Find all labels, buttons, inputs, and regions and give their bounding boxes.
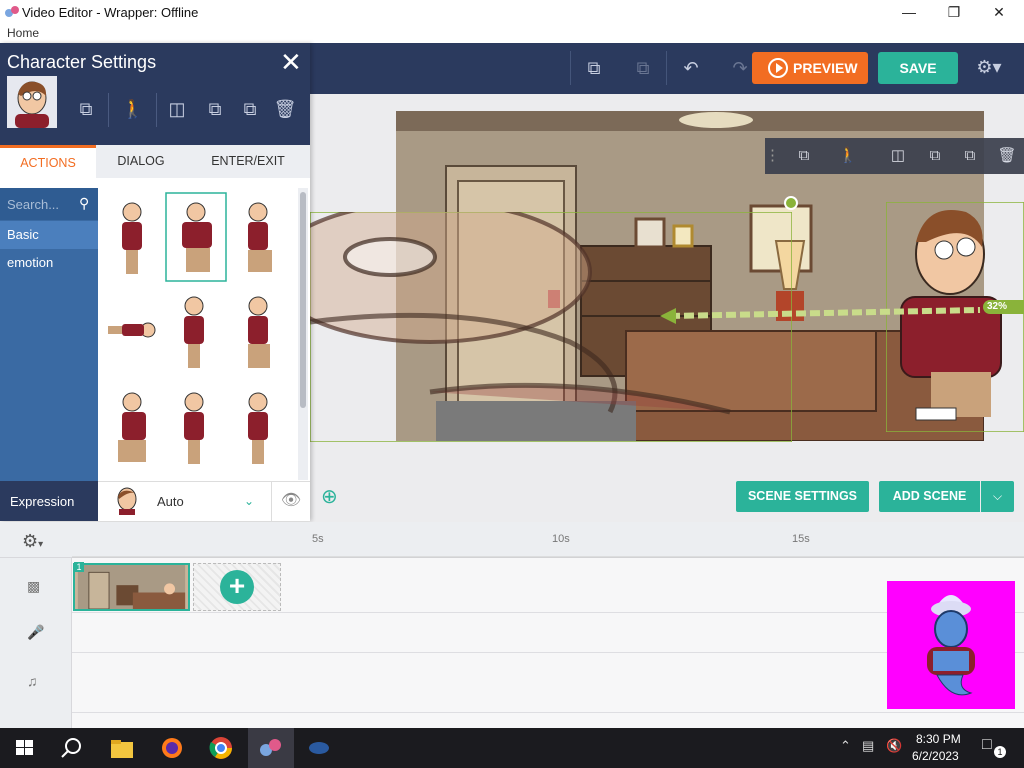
action-idle xyxy=(184,296,204,368)
copy-icon[interactable]: ⧉ xyxy=(581,55,607,81)
action-sit xyxy=(118,392,146,462)
expression-select[interactable]: Auto xyxy=(157,494,184,509)
action-talk xyxy=(184,392,204,464)
toolbar-divider xyxy=(666,51,667,85)
app-icon[interactable] xyxy=(304,734,334,762)
rotate-handle[interactable] xyxy=(784,196,798,210)
microphone-icon: 🎤 xyxy=(27,624,45,640)
minimize-button[interactable]: — xyxy=(886,0,932,25)
scene-settings-button[interactable]: SCENE SETTINGS xyxy=(736,481,869,512)
ruler-ticks xyxy=(72,556,1024,558)
zoom-in-icon[interactable]: ⊕ xyxy=(321,484,345,508)
add-scene-slot[interactable]: + xyxy=(193,563,281,611)
settings-gear-icon[interactable]: ⚙▾ xyxy=(976,54,1002,80)
category-emotion[interactable]: emotion xyxy=(0,249,98,277)
swap-character-icon[interactable]: ⧉ xyxy=(791,145,817,167)
panel-divider xyxy=(156,93,157,127)
tab-dialog[interactable]: DIALOG xyxy=(96,145,186,178)
flip-icon[interactable]: ◫ xyxy=(885,145,911,167)
track-divider xyxy=(72,612,1024,613)
track-divider xyxy=(72,652,1024,653)
character-context-toolbar: ⋮ ⧉ 🚶 ◫ ⧉ ⧉ 🗑 xyxy=(765,138,1024,174)
tick-label: 10s xyxy=(552,533,570,545)
tab-enter-exit[interactable]: ENTER/EXIT xyxy=(186,145,310,178)
toolbar-divider xyxy=(570,51,571,85)
menubar: Home xyxy=(0,25,1024,43)
save-button[interactable]: SAVE xyxy=(878,52,958,84)
eye-icon[interactable]: 👁 xyxy=(271,481,310,521)
tab-actions[interactable]: ACTIONS xyxy=(0,145,96,178)
chevron-down-icon[interactable]: ⌵ xyxy=(981,481,1014,512)
menu-home[interactable]: Home xyxy=(7,26,39,40)
action-flex xyxy=(182,202,212,272)
scene-thumbnail[interactable] xyxy=(73,563,190,611)
add-icon: + xyxy=(220,570,254,604)
notification-icon[interactable]: □ xyxy=(982,736,992,754)
notification-count: 1 xyxy=(994,746,1006,758)
action-think xyxy=(248,392,268,464)
clock-time[interactable]: 8:30 PM xyxy=(916,732,961,746)
windows-start-icon[interactable] xyxy=(10,734,40,762)
walk-action-icon[interactable]: 🚶 xyxy=(835,145,861,167)
firefox-icon[interactable] xyxy=(157,734,187,762)
timeline-settings-gear-icon[interactable]: ⚙▾ xyxy=(22,531,43,552)
expression-label: Expression xyxy=(0,481,98,521)
paste-icon[interactable]: ⧉ xyxy=(630,55,656,81)
swap-character-icon[interactable]: ⧉ xyxy=(73,96,99,122)
genie-overlay-image xyxy=(887,581,1015,709)
chrome-icon[interactable] xyxy=(206,734,236,762)
character-avatar[interactable] xyxy=(7,76,57,128)
app-logo-icon xyxy=(5,6,19,17)
undo-icon[interactable]: ↶ xyxy=(678,55,704,81)
network-icon[interactable]: ▤ xyxy=(862,738,874,754)
category-basic[interactable]: Basic xyxy=(0,221,98,249)
close-window-button[interactable]: ✕ xyxy=(976,0,1022,25)
window-titlebar: Video Editor - Wrapper: Offline — ❐ ✕ xyxy=(0,0,1024,25)
clock-date[interactable]: 6/2/2023 xyxy=(912,749,959,763)
copy-icon[interactable]: ⧉ xyxy=(922,145,948,167)
walk-action-icon[interactable]: 🚶 xyxy=(116,96,150,122)
action-grid-scrollbar[interactable] xyxy=(298,188,308,480)
search-placeholder: Search... xyxy=(7,197,60,212)
search-input[interactable]: Search... ⚲ xyxy=(0,188,98,220)
drag-handle-icon[interactable]: ⋮ xyxy=(765,145,780,167)
volume-muted-icon[interactable]: 🔇 xyxy=(886,738,902,754)
scale-badge: 32% xyxy=(983,300,1024,314)
preview-label: PREVIEW xyxy=(793,60,858,76)
search-icon: ⚲ xyxy=(79,195,90,211)
expression-face-icon xyxy=(117,487,137,515)
file-explorer-icon[interactable] xyxy=(107,734,137,762)
tick-label: 5s xyxy=(312,533,324,545)
tick-label: 15s xyxy=(792,533,810,545)
play-circle-icon xyxy=(768,58,788,78)
panel-title: Character Settings xyxy=(7,52,157,72)
wrapper-app-icon[interactable] xyxy=(256,734,286,762)
search-icon[interactable] xyxy=(57,734,87,762)
motion-path[interactable] xyxy=(660,300,990,330)
scene-number: 1 xyxy=(74,562,84,572)
flip-icon[interactable]: ◫ xyxy=(164,96,190,122)
paste-icon[interactable]: ⧉ xyxy=(237,96,263,122)
action-thumbnails[interactable] xyxy=(104,192,296,474)
preview-button[interactable]: PREVIEW xyxy=(752,52,868,84)
music-note-icon: ♫ xyxy=(27,673,38,689)
track-divider xyxy=(72,712,1024,713)
chevron-down-icon[interactable]: ⌄ xyxy=(244,494,254,508)
delete-icon[interactable]: 🗑 xyxy=(994,145,1020,167)
action-walk xyxy=(248,296,270,368)
redo-icon[interactable]: ↷ xyxy=(727,55,753,81)
chevron-up-icon[interactable]: ⌃ xyxy=(840,738,851,754)
video-camera-icon: ▩ xyxy=(27,578,41,594)
action-kneel xyxy=(248,202,272,272)
close-icon[interactable]: ✕ xyxy=(280,47,302,78)
action-stand xyxy=(122,202,142,274)
paste-icon[interactable]: ⧉ xyxy=(957,145,983,167)
maximize-button[interactable]: ❐ xyxy=(931,0,977,25)
delete-icon[interactable]: 🗑 xyxy=(272,96,298,122)
add-scene-button[interactable]: ADD SCENE xyxy=(879,481,980,512)
panel-divider xyxy=(108,93,109,127)
window-title: Video Editor - Wrapper: Offline xyxy=(22,5,199,20)
action-lie xyxy=(108,322,156,338)
copy-icon[interactable]: ⧉ xyxy=(202,96,228,122)
